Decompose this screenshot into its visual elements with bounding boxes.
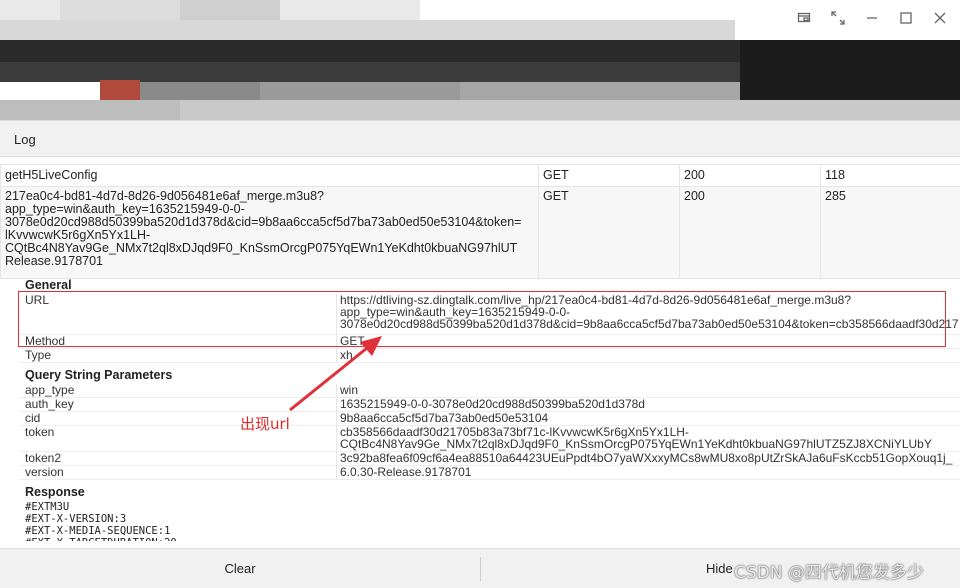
query-value: 1635215949-0-0-3078e0d20cd988d50399ba520… (337, 398, 960, 412)
table-row[interactable]: getH5LiveConfig GET 200 118 (0, 164, 960, 187)
query-key: version (20, 466, 337, 480)
query-value: 6.0.30-Release.9178701 (337, 466, 960, 480)
query-key: app_type (20, 384, 337, 398)
query-value: cb358566daadf30d21705b83a73bf71c-lKvvwcw… (337, 426, 960, 452)
request-status: 200 (679, 164, 821, 187)
request-status: 200 (679, 186, 821, 279)
query-value: 3c92ba8fea6f09cf6a4ea88510a64423UEuPpdt4… (337, 452, 960, 466)
request-size: 118 (820, 164, 960, 187)
query-row: app_type win (20, 384, 960, 398)
maximize-icon[interactable] (894, 6, 918, 30)
query-key: auth_key (20, 398, 337, 412)
bottom-toolbar: Clear Hide CSDN @四代机您发多少 (0, 548, 960, 588)
pin-window-icon[interactable] (792, 6, 816, 30)
table-row[interactable]: 217ea0c4-bd81-4d7d-8d26-9d056481e6af_mer… (0, 186, 960, 279)
request-size: 285 (820, 186, 960, 279)
url-highlight-box (18, 291, 946, 347)
query-row: cid 9b8aa6cca5cf5d7ba73ab0ed50e53104 (20, 412, 960, 426)
query-row: auth_key 1635215949-0-0-3078e0d20cd988d5… (20, 398, 960, 412)
general-row-type: Type xh (20, 349, 960, 363)
general-key: Type (20, 349, 337, 363)
general-value: xh (337, 349, 960, 363)
query-value: 9b8aa6cca5cf5d7ba73ab0ed50e53104 (337, 412, 960, 426)
request-method: GET (538, 164, 680, 187)
query-key: token2 (20, 452, 337, 466)
query-row: token cb358566daadf30d21705b83a73bf71c-l… (20, 426, 960, 452)
log-tab[interactable]: Log (14, 132, 36, 147)
hide-button[interactable]: Hide (706, 561, 733, 576)
request-name: 217ea0c4-bd81-4d7d-8d26-9d056481e6af_mer… (0, 186, 539, 279)
minimize-icon[interactable] (860, 6, 884, 30)
query-section-title: Query String Parameters (25, 368, 173, 382)
annotation-label: 出现url (240, 415, 290, 433)
csdn-watermark: CSDN @四代机您发多少 (734, 563, 924, 583)
query-row: version 6.0.30-Release.9178701 (20, 466, 960, 480)
divider (480, 557, 481, 581)
close-icon[interactable] (928, 6, 952, 30)
fullscreen-icon[interactable] (826, 6, 850, 30)
log-toolbar: Log (0, 120, 960, 157)
response-section-title: Response (25, 485, 85, 499)
window-controls (792, 6, 952, 30)
request-method: GET (538, 186, 680, 279)
query-row: token2 3c92ba8fea6f09cf6a4ea88510a64423U… (20, 452, 960, 466)
response-body: #EXTM3U #EXT-X-VERSION:3 #EXT-X-MEDIA-SE… (20, 501, 960, 541)
request-name: getH5LiveConfig (0, 164, 539, 187)
clear-button[interactable]: Clear (0, 549, 480, 588)
request-table: getH5LiveConfig GET 200 118 217ea0c4-bd8… (0, 164, 960, 279)
query-value: win (337, 384, 960, 398)
response-text: #EXTM3U #EXT-X-VERSION:3 #EXT-X-MEDIA-SE… (25, 501, 177, 541)
